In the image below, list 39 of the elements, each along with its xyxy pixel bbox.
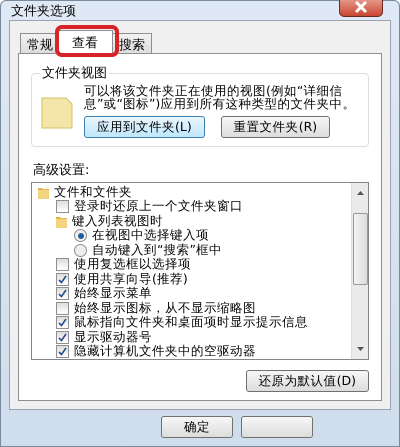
radio-button[interactable] xyxy=(74,244,87,257)
scroll-down-icon[interactable] xyxy=(356,347,364,351)
tab[interactable]: 查看 xyxy=(57,30,113,54)
option-label: 隐藏计算机文件夹中的空驱动器 xyxy=(74,343,256,359)
checkbox[interactable] xyxy=(56,200,69,214)
checkbox[interactable] xyxy=(56,258,69,272)
radio-button[interactable] xyxy=(74,229,87,242)
dialog-button[interactable] xyxy=(241,416,313,438)
option-label: 登录时还原上一个文件夹窗口 xyxy=(74,198,243,214)
checkbox[interactable] xyxy=(56,330,69,344)
option-label: 始终显示图标，从不显示缩略图 xyxy=(74,300,256,316)
option-label: 使用共享向导(推荐) xyxy=(74,270,188,286)
scroll-up-icon[interactable] xyxy=(356,191,364,195)
ok-button[interactable]: 确定 xyxy=(161,416,233,438)
folder-icon xyxy=(38,186,49,199)
section-label: 高级设置: xyxy=(33,162,90,179)
checkbox[interactable] xyxy=(56,302,69,315)
group-title: 文件夹视图 xyxy=(41,65,108,82)
option-label: 自动键入到“搜索”框中 xyxy=(92,242,222,258)
checkbox[interactable] xyxy=(56,287,69,300)
scrollbar[interactable] xyxy=(351,183,368,359)
option-label: 显示驱动器号 xyxy=(74,328,152,344)
checkbox[interactable] xyxy=(56,272,69,286)
option-label: 在视图中选择键入项 xyxy=(92,227,209,244)
option-label: 键入列表视图时 xyxy=(72,212,163,228)
option-label: 使用复选框以选择项 xyxy=(74,256,191,272)
restore-defaults-button[interactable]: 还原为默认值(D) xyxy=(246,370,369,392)
description-text: 可以将该文件夹正在使用的视图(例如“详细信息”或“图标”)应用到所有这种类型的文件夹中。 xyxy=(84,84,356,110)
folder-icon xyxy=(56,214,67,228)
window-title: 文件夹选项 xyxy=(10,2,76,20)
close-icon xyxy=(354,0,368,12)
checkbox[interactable] xyxy=(56,316,69,330)
close-button[interactable] xyxy=(339,0,383,16)
option-label: 鼠标指向文件夹和桌面项时显示提示信息 xyxy=(74,314,308,331)
option-label: 始终显示菜单 xyxy=(74,285,152,302)
checkbox[interactable] xyxy=(56,345,69,358)
folder-button[interactable]: 应用到文件夹(L) xyxy=(84,116,205,138)
option-label: 文件和文件夹 xyxy=(54,184,132,200)
folder-button[interactable]: 重置文件夹(R) xyxy=(220,116,330,138)
